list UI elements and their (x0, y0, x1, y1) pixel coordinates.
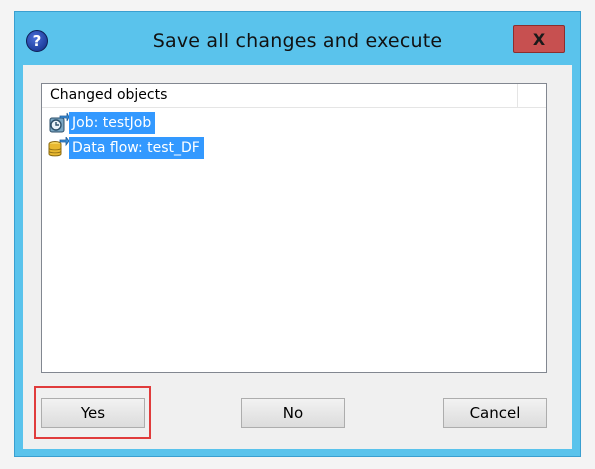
list-item-label: Job: testJob (69, 112, 156, 134)
save-changes-dialog: ? Save all changes and execute X Changed… (14, 11, 581, 457)
column-header-changed-objects[interactable]: Changed objects (42, 84, 518, 107)
close-icon: X (532, 29, 546, 49)
job-icon (49, 112, 69, 133)
list-item-job[interactable]: Job: testJob (47, 112, 156, 134)
list-item-label: Data flow: test_DF (69, 137, 204, 159)
list-header: Changed objects (42, 84, 546, 108)
cancel-button[interactable]: Cancel (443, 398, 547, 428)
yes-button[interactable]: Yes (41, 398, 145, 428)
data-flow-icon (48, 137, 69, 157)
changed-objects-list[interactable]: Changed objects Job: testJob Data flow: … (41, 83, 547, 373)
close-button[interactable]: X (513, 25, 565, 53)
dialog-body: Changed objects Job: testJob Data flow: … (23, 65, 572, 449)
list-item-data-flow[interactable]: Data flow: test_DF (47, 137, 204, 159)
no-button[interactable]: No (241, 398, 345, 428)
dialog-title: Save all changes and execute (152, 30, 443, 52)
title-bar[interactable]: ? Save all changes and execute X (15, 12, 580, 65)
